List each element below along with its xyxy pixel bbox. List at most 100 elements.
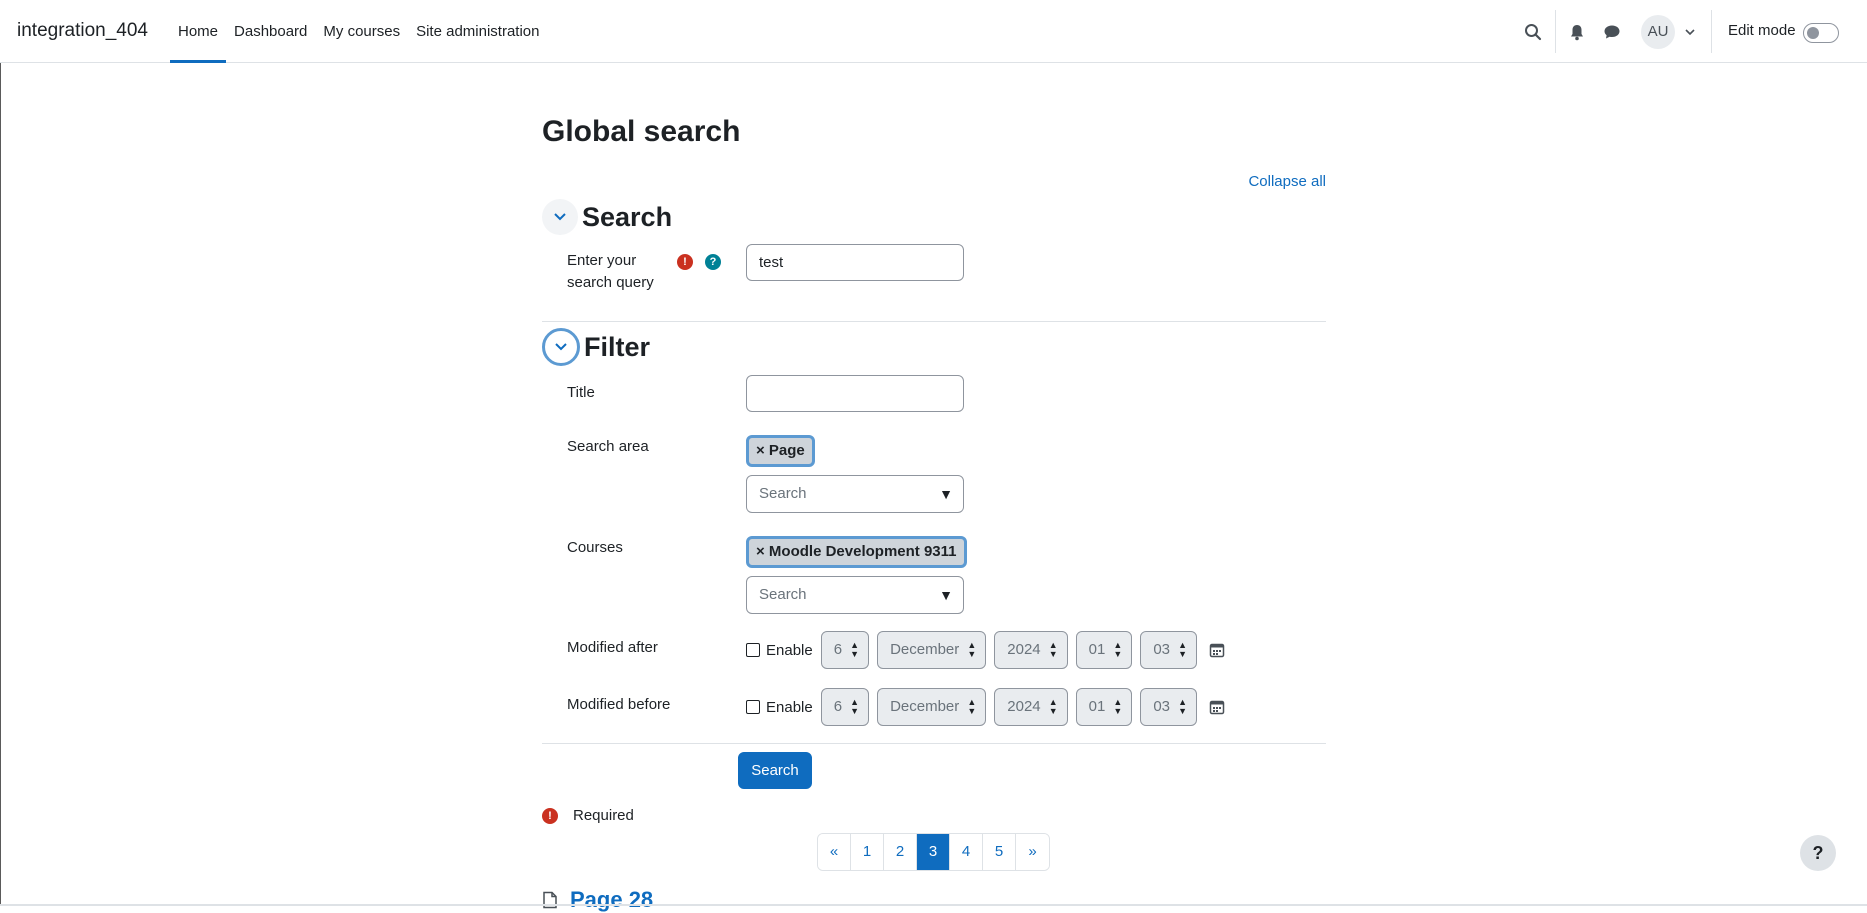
form-divider bbox=[542, 743, 1326, 744]
search-area-chip[interactable]: × Page bbox=[746, 435, 815, 467]
courses-placeholder: Search bbox=[759, 586, 807, 603]
minute-value: 03 bbox=[1153, 641, 1171, 658]
filter-section-title: Filter bbox=[584, 331, 651, 362]
navbar-divider bbox=[1555, 10, 1556, 53]
title-input[interactable] bbox=[746, 375, 964, 412]
search-area-label: Search area bbox=[567, 438, 649, 455]
calendar-icon[interactable] bbox=[1209, 699, 1225, 715]
pagination-page-3[interactable]: 3 bbox=[917, 834, 950, 870]
filter-section-header: Filter bbox=[542, 328, 650, 366]
query-label: Enter your search query bbox=[567, 252, 654, 291]
month-value: December bbox=[890, 698, 960, 715]
result-item[interactable]: Page 28 bbox=[542, 887, 653, 913]
search-section-title: Search bbox=[582, 201, 673, 232]
search-section-toggle[interactable] bbox=[542, 199, 578, 235]
dropdown-caret-icon: ▼ bbox=[939, 587, 953, 603]
modified-before-label: Modified before bbox=[567, 696, 671, 713]
pagination: « 1 2 3 4 5 » bbox=[817, 833, 1050, 871]
pagination-page-4[interactable]: 4 bbox=[950, 834, 983, 870]
select-arrows-icon: ▲ ▼ bbox=[967, 697, 977, 716]
help-icon[interactable]: ? bbox=[705, 254, 721, 270]
day-value: 6 bbox=[833, 641, 843, 658]
chevron-down-icon[interactable] bbox=[1678, 20, 1702, 44]
modified-after-enable-label[interactable]: Enable bbox=[766, 642, 813, 659]
pagination-page-2[interactable]: 2 bbox=[884, 834, 917, 870]
select-arrows-icon: ▲ ▼ bbox=[1178, 697, 1188, 716]
search-section-header: Search bbox=[542, 199, 672, 235]
modified-after-enable-checkbox[interactable] bbox=[746, 643, 760, 657]
hour-value: 01 bbox=[1088, 641, 1106, 658]
year-value: 2024 bbox=[1007, 641, 1041, 658]
modified-after-label: Modified after bbox=[567, 639, 658, 656]
minute-value: 03 bbox=[1153, 698, 1171, 715]
modified-before-enable-checkbox[interactable] bbox=[746, 700, 760, 714]
help-floating-button[interactable]: ? bbox=[1800, 835, 1836, 871]
edit-mode-toggle[interactable] bbox=[1803, 23, 1839, 43]
day-value: 6 bbox=[833, 698, 843, 715]
search-query-input[interactable] bbox=[746, 244, 964, 281]
modified-before-minute-select[interactable]: 03 ▲ ▼ bbox=[1140, 688, 1198, 726]
window-left-border bbox=[0, 0, 1, 906]
year-value: 2024 bbox=[1007, 698, 1041, 715]
title-label: Title bbox=[567, 384, 595, 401]
select-arrows-icon: ▲ ▼ bbox=[1048, 697, 1058, 716]
select-arrows-icon: ▲ ▼ bbox=[1178, 640, 1188, 659]
modified-after-minute-select[interactable]: 03 ▲ ▼ bbox=[1140, 631, 1198, 669]
calendar-icon[interactable] bbox=[1209, 642, 1225, 658]
courses-label: Courses bbox=[567, 539, 623, 556]
chevron-down-icon bbox=[555, 343, 567, 351]
modified-after-row: Enable 6 ▲ ▼ December ▲ ▼ 2024 ▲ ▼ 01 ▲ ▼ 03 ▲ ▼ bbox=[746, 631, 1225, 669]
select-arrows-icon: ▲ ▼ bbox=[967, 640, 977, 659]
select-arrows-icon: ▲ ▼ bbox=[850, 640, 860, 659]
site-brand[interactable]: integration_404 bbox=[17, 20, 148, 42]
pagination-page-5[interactable]: 5 bbox=[983, 834, 1016, 870]
page-title: Global search bbox=[542, 115, 741, 148]
modified-after-year-select[interactable]: 2024 ▲ ▼ bbox=[994, 631, 1068, 669]
select-arrows-icon: ▲ ▼ bbox=[850, 697, 860, 716]
courses-combobox[interactable]: Search ▼ bbox=[746, 576, 964, 614]
chevron-down-icon bbox=[554, 213, 566, 221]
nav-home[interactable]: Home bbox=[170, 0, 227, 63]
bell-icon[interactable] bbox=[1565, 20, 1589, 44]
primary-navigation: Home Dashboard My courses Site administr… bbox=[170, 0, 548, 63]
chat-icon[interactable] bbox=[1600, 20, 1624, 44]
modified-after-hour-select[interactable]: 01 ▲ ▼ bbox=[1075, 631, 1133, 669]
modified-after-month-select[interactable]: December ▲ ▼ bbox=[877, 631, 987, 669]
pagination-next[interactable]: » bbox=[1016, 834, 1049, 870]
required-note-text: Required bbox=[573, 807, 634, 824]
select-arrows-icon: ▲ ▼ bbox=[1113, 640, 1123, 659]
search-submit-button[interactable]: Search bbox=[738, 752, 812, 789]
select-arrows-icon: ▲ ▼ bbox=[1048, 640, 1058, 659]
modified-before-month-select[interactable]: December ▲ ▼ bbox=[877, 688, 987, 726]
modified-before-day-select[interactable]: 6 ▲ ▼ bbox=[820, 688, 870, 726]
search-area-placeholder: Search bbox=[759, 485, 807, 502]
nav-dashboard[interactable]: Dashboard bbox=[226, 0, 315, 63]
modified-before-enable-label[interactable]: Enable bbox=[766, 699, 813, 716]
search-area-combobox[interactable]: Search ▼ bbox=[746, 475, 964, 513]
required-icon: ! bbox=[542, 807, 558, 824]
top-navbar: integration_404 Home Dashboard My course… bbox=[0, 0, 1867, 63]
edit-mode-label: Edit mode bbox=[1728, 22, 1796, 39]
filter-section-toggle[interactable] bbox=[542, 328, 580, 366]
file-icon bbox=[543, 891, 557, 909]
hour-value: 01 bbox=[1088, 698, 1106, 715]
pagination-prev[interactable]: « bbox=[818, 834, 851, 870]
dropdown-caret-icon: ▼ bbox=[939, 486, 953, 502]
search-icon[interactable] bbox=[1521, 20, 1545, 44]
nav-site-administration[interactable]: Site administration bbox=[408, 0, 547, 63]
user-avatar[interactable]: AU bbox=[1641, 15, 1675, 49]
result-title-link[interactable]: Page 28 bbox=[570, 887, 653, 913]
required-icon: ! bbox=[677, 254, 693, 270]
modified-after-day-select[interactable]: 6 ▲ ▼ bbox=[820, 631, 870, 669]
modified-before-year-select[interactable]: 2024 ▲ ▼ bbox=[994, 688, 1068, 726]
courses-chip[interactable]: × Moodle Development 9311 bbox=[746, 536, 967, 568]
navbar-divider bbox=[1711, 10, 1712, 53]
select-arrows-icon: ▲ ▼ bbox=[1113, 697, 1123, 716]
pagination-page-1[interactable]: 1 bbox=[851, 834, 884, 870]
modified-before-row: Enable 6 ▲ ▼ December ▲ ▼ 2024 ▲ ▼ 01 ▲ ▼ 03 ▲ ▼ bbox=[746, 688, 1225, 726]
modified-before-hour-select[interactable]: 01 ▲ ▼ bbox=[1075, 688, 1133, 726]
required-note: ! Required bbox=[542, 807, 634, 824]
month-value: December bbox=[890, 641, 960, 658]
collapse-all-link[interactable]: Collapse all bbox=[1248, 173, 1326, 190]
nav-my-courses[interactable]: My courses bbox=[315, 0, 408, 63]
